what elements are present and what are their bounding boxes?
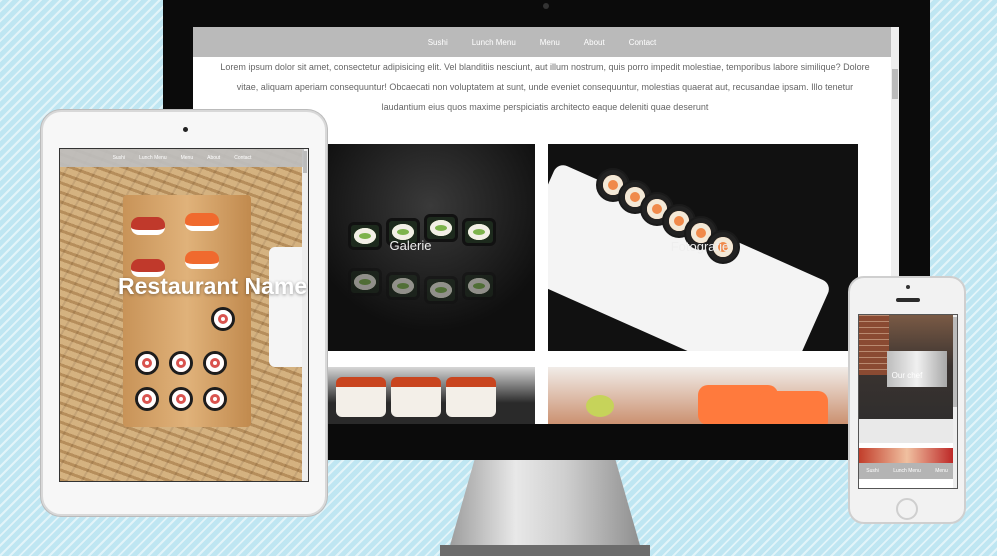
scroll-thumb[interactable] — [953, 317, 957, 407]
maki — [135, 387, 159, 411]
nav-menu[interactable]: Menu — [935, 468, 948, 474]
maki — [203, 387, 227, 411]
nav-lunch-menu[interactable]: Lunch Menu — [893, 468, 921, 474]
nav-menu[interactable]: Menu — [181, 155, 194, 161]
maki — [169, 351, 193, 375]
maki — [169, 387, 193, 411]
sushi-piece — [446, 377, 496, 417]
monitor-stand — [447, 460, 643, 556]
nav-sushi[interactable]: Sushi — [113, 155, 126, 161]
gallery-tile-fotografie[interactable]: Fotografie — [548, 144, 858, 351]
tablet-scrollbar[interactable] — [302, 149, 308, 481]
nigiri — [131, 217, 165, 235]
sushi-reflection — [348, 268, 382, 296]
sushi-piece — [391, 377, 441, 417]
nav-lunch-menu[interactable]: Lunch Menu — [139, 155, 167, 161]
gallery-tile-galerie[interactable]: Galerie — [326, 144, 535, 351]
kitchen-photo: Our chef — [859, 315, 955, 443]
gallery-tile-3[interactable] — [326, 367, 535, 424]
restaurant-name: Restaurant Name — [118, 273, 308, 299]
nav-about[interactable]: About — [584, 38, 605, 47]
nav-menu[interactable]: Menu — [540, 38, 560, 47]
sushi-reflection — [462, 272, 496, 300]
desktop-nav: Sushi Lunch Menu Menu About Contact — [193, 27, 891, 57]
phone-scrollbar[interactable] — [953, 315, 957, 488]
monitor-stand-base — [440, 545, 650, 556]
nigiri — [185, 213, 219, 231]
salmon-sushi — [758, 391, 828, 424]
kitchen-counter — [859, 419, 955, 443]
intro-paragraph: Lorem ipsum dolor sit amet, consectetur … — [220, 62, 870, 112]
nav-contact[interactable]: Contact — [234, 155, 251, 161]
maki — [211, 307, 235, 331]
nav-lunch-menu[interactable]: Lunch Menu — [472, 38, 516, 47]
nav-about[interactable]: About — [207, 155, 220, 161]
gallery-caption: Galerie — [389, 238, 432, 253]
nav-contact[interactable]: Contact — [629, 38, 657, 47]
tablet-device: Sushi Lunch Menu Menu About Contact Rest… — [41, 110, 327, 516]
tablet-nav: Sushi Lunch Menu Menu About Contact — [60, 149, 304, 167]
sushi-reflection — [386, 272, 420, 300]
nav-sushi[interactable]: Sushi — [866, 468, 879, 474]
our-chef-caption: Our chef — [891, 371, 923, 380]
phone-nav: Sushi Lunch Menu Menu — [859, 463, 955, 479]
maki — [203, 351, 227, 375]
wasabi — [586, 395, 614, 417]
camera-icon — [543, 3, 549, 9]
speaker — [896, 298, 920, 302]
brick-wall — [859, 315, 889, 375]
gallery-caption: Fotografie — [670, 239, 730, 254]
camera-icon — [183, 127, 188, 132]
sushi-plate — [548, 162, 833, 351]
sushi-reflection — [424, 276, 458, 304]
nav-sushi[interactable]: Sushi — [428, 38, 448, 47]
next-photo-strip — [859, 448, 955, 463]
gallery-tile-4[interactable] — [548, 367, 858, 424]
phone-screen: Our chef Sushi Lunch Menu Menu — [858, 314, 958, 489]
phone-device: Our chef Sushi Lunch Menu Menu — [848, 276, 966, 524]
kitchen-hood — [887, 351, 947, 387]
scroll-thumb[interactable] — [892, 69, 898, 99]
tablet-screen: Sushi Lunch Menu Menu About Contact Rest… — [59, 148, 309, 482]
nigiri — [185, 251, 219, 269]
home-button[interactable] — [896, 498, 918, 520]
camera-icon — [906, 285, 910, 289]
sushi-piece — [336, 377, 386, 417]
maki — [135, 351, 159, 375]
cutting-board — [123, 195, 251, 427]
